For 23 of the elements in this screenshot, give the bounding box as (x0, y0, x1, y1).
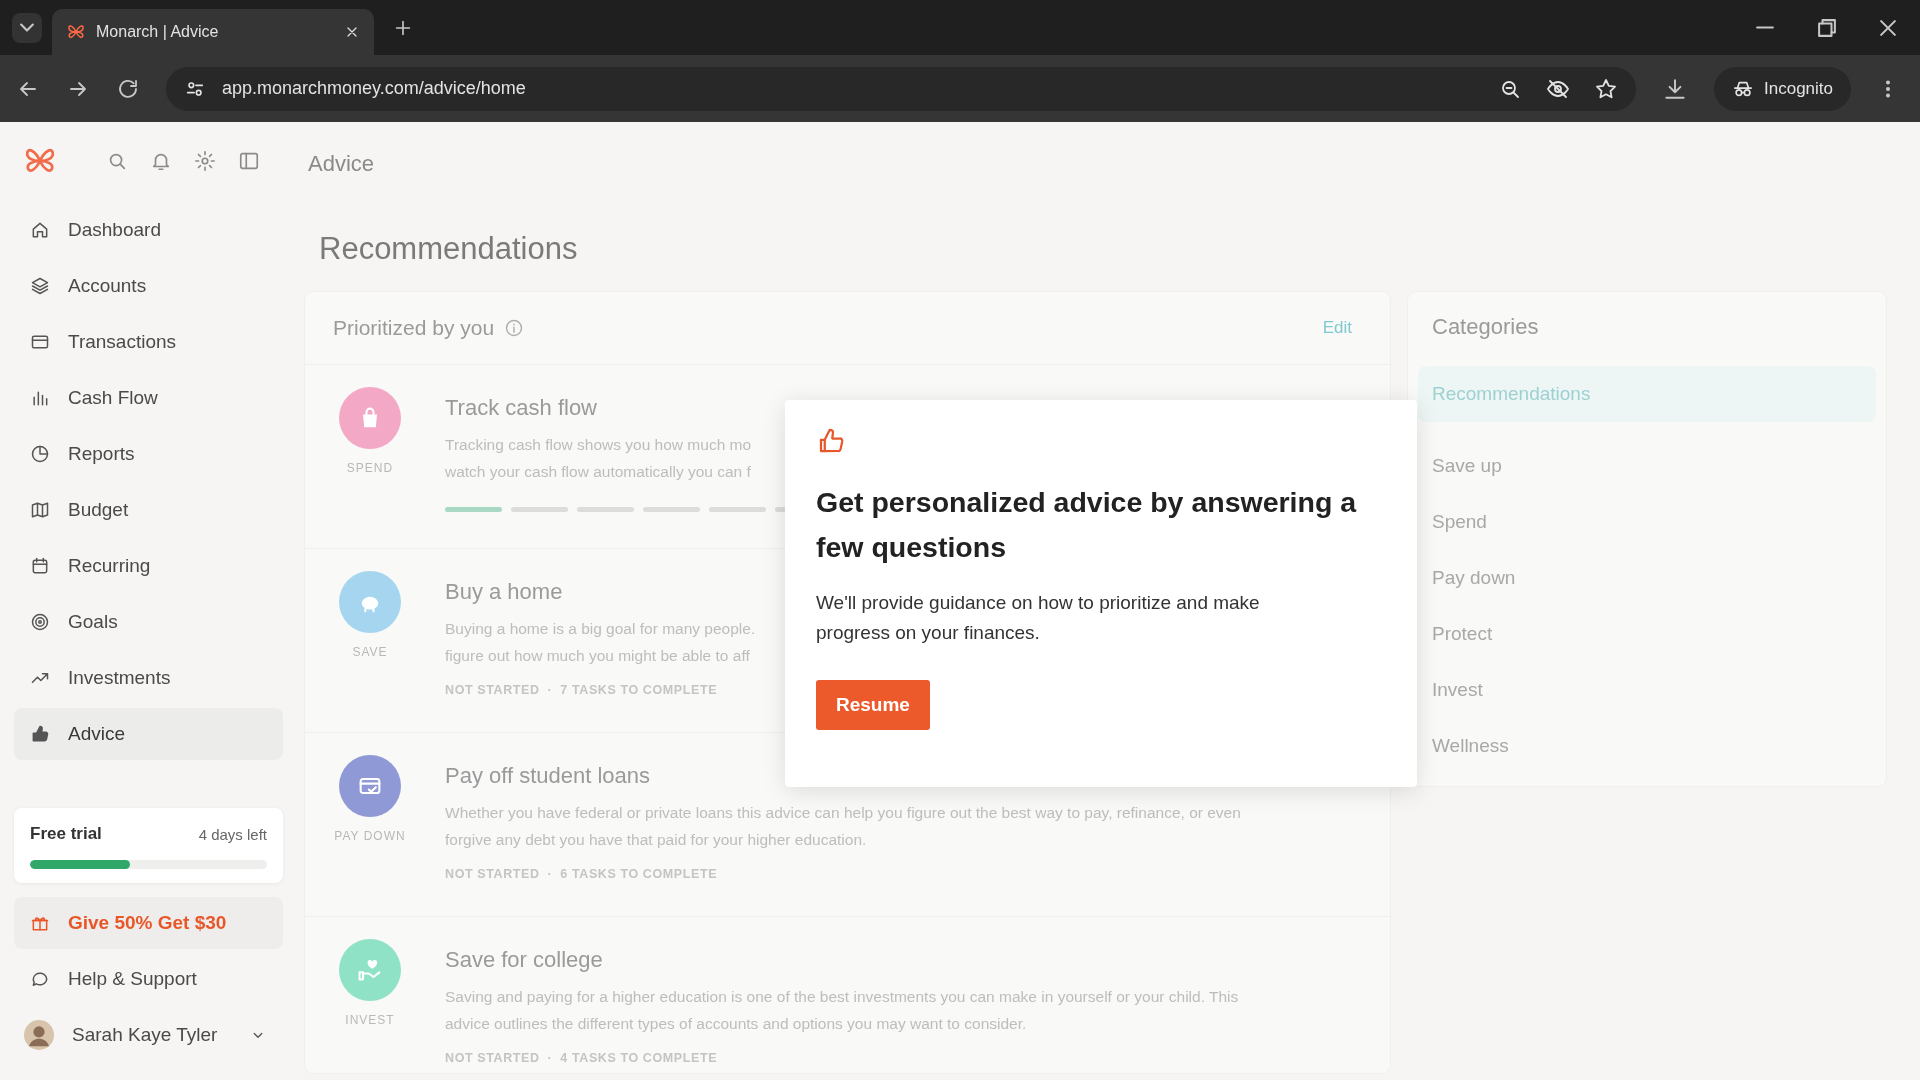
card-description: Whether you have federal or private loans this advice can help you figure out the best way to pay, refinance, or even forgive any debt you have that paid for your higher education. (445, 803, 1241, 850)
separator-dot: · (547, 867, 553, 881)
page-title: Advice (308, 151, 375, 177)
category-label: SAVE (352, 645, 388, 659)
card-title: Pay off student loans (445, 763, 652, 789)
section-heading: Recommendations (319, 230, 579, 268)
card-title: Buy a home (445, 579, 564, 605)
category-label: PAY DOWN (334, 829, 406, 843)
card-description: Buying a home is a big goal for many people. figure out how much you might be able to aff (445, 619, 756, 666)
dialog-text: We'll provide guidance on how to prioritize and make progress on your finances. (816, 591, 1261, 645)
dialog-title: Get personalized advice by answering a few questions (816, 485, 1358, 565)
separator-dot: · (547, 683, 553, 697)
categories-title: Categories (1431, 313, 1540, 341)
card-description: Saving and paying for a higher education is one of the best investments you can make in yourself or your child. This advice outlines the different types of accounts and options you may want to consider. (445, 987, 1239, 1034)
card-title: Track cash flow (445, 395, 598, 421)
days-left-text: 4 days left (198, 825, 267, 843)
card-description: Tracking cash flow shows you how much mo watch your cash flow automatically you can f (445, 435, 752, 482)
category-label: SPEND (346, 461, 394, 475)
panel-title: Prioritized by you (333, 316, 495, 340)
trial-label: Free trial (30, 824, 102, 844)
card-title: Save for college (445, 947, 604, 973)
separator-dot: · (547, 1051, 553, 1065)
category-label: INVEST (345, 1013, 395, 1027)
